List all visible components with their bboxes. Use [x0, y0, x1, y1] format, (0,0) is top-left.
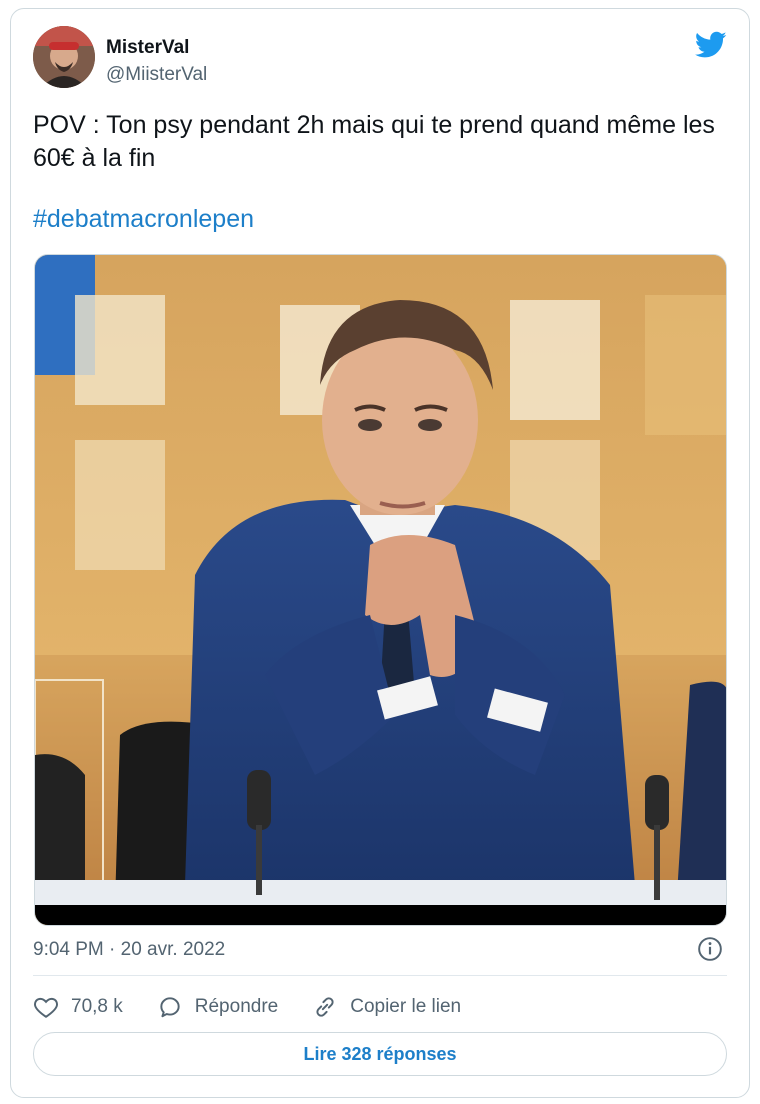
action-bar: 70,8 k Répondre Copier le lien — [33, 992, 495, 1022]
tweet-image[interactable] — [34, 254, 727, 926]
like-button[interactable]: 70,8 k — [33, 994, 123, 1020]
author-avatar[interactable] — [33, 26, 95, 88]
read-replies-button[interactable]: Lire 328 réponses — [33, 1032, 727, 1076]
divider — [33, 975, 727, 976]
reply-bubble-icon — [160, 997, 180, 1018]
reply-button[interactable]: Répondre — [157, 994, 278, 1020]
twitter-bird-icon[interactable] — [695, 31, 727, 59]
tweet-text: POV : Ton psy pendant 2h mais qui te pre… — [33, 111, 715, 172]
copy-link-button[interactable]: Copier le lien — [312, 994, 461, 1020]
copy-link-label: Copier le lien — [350, 996, 462, 1017]
reply-label: Répondre — [194, 996, 279, 1017]
tweet-timestamp[interactable]: 9:04 PM · 20 avr. 2022 — [33, 939, 225, 961]
tweet-card: MisterVal @MiisterVal POV : Ton psy pend… — [10, 8, 750, 1098]
author-handle[interactable]: @MiisterVal — [106, 64, 207, 86]
heart-icon — [34, 997, 58, 1018]
link-icon — [316, 997, 334, 1017]
like-count: 70,8 k — [71, 996, 123, 1017]
info-icon[interactable] — [697, 936, 723, 962]
author-name[interactable]: MisterVal — [106, 37, 189, 59]
hashtag-link[interactable]: #debatmacronlepen — [33, 205, 254, 234]
